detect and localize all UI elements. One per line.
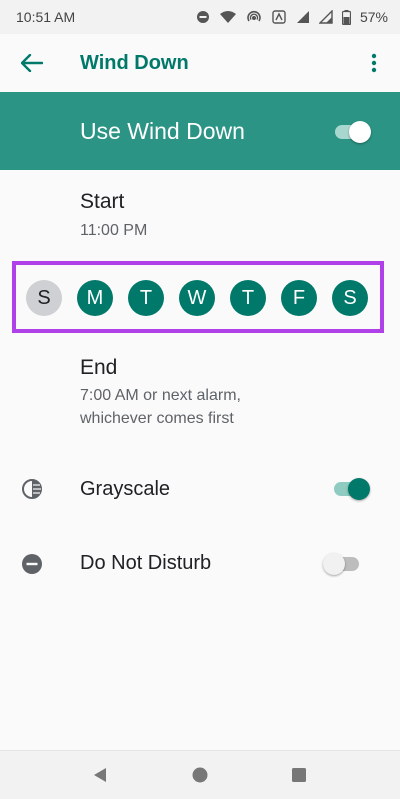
end-description-line2: whichever comes first bbox=[80, 410, 234, 427]
use-wind-down-label: Use Wind Down bbox=[80, 118, 245, 144]
days-selector: SMTWTFS bbox=[12, 261, 384, 333]
signal-icon bbox=[318, 10, 333, 24]
dnd-icon bbox=[196, 11, 209, 23]
arrow-back-icon bbox=[21, 54, 43, 72]
do-not-disturb-label: Do Not Disturb bbox=[80, 552, 212, 574]
start-time: 11:00 PM bbox=[80, 222, 148, 239]
day-toggle-3[interactable]: W bbox=[179, 280, 215, 316]
signal-icon bbox=[296, 11, 309, 23]
page-title: Wind Down bbox=[80, 52, 189, 74]
battery-percent: 57% bbox=[359, 9, 388, 25]
grayscale-switch[interactable] bbox=[332, 477, 370, 500]
day-toggle-2[interactable]: T bbox=[128, 280, 164, 316]
nav-back-icon bbox=[94, 768, 106, 782]
grayscale-label: Grayscale bbox=[80, 478, 171, 500]
end-title: End bbox=[80, 356, 118, 379]
navigation-bar bbox=[0, 750, 400, 799]
nav-recents-icon bbox=[292, 768, 306, 782]
start-title: Start bbox=[80, 190, 125, 213]
day-toggle-1[interactable]: M bbox=[77, 280, 113, 316]
use-wind-down-row[interactable]: Use Wind Down bbox=[0, 92, 400, 170]
day-toggle-4[interactable]: T bbox=[230, 280, 266, 316]
more-options-button[interactable] bbox=[362, 49, 386, 77]
day-toggle-5[interactable]: F bbox=[281, 280, 317, 316]
day-toggle-6[interactable]: S bbox=[332, 280, 368, 316]
nav-home-icon bbox=[192, 767, 208, 783]
wifi-icon bbox=[219, 11, 236, 23]
status-time: 10:51 AM bbox=[16, 9, 76, 25]
app-bar: Wind Down bbox=[0, 34, 400, 92]
nav-home-button[interactable] bbox=[188, 763, 212, 787]
data-icon bbox=[272, 10, 286, 24]
contrast-icon bbox=[20, 477, 44, 501]
end-description-line1: 7:00 AM or next alarm, bbox=[80, 387, 241, 404]
day-toggle-0[interactable]: S bbox=[26, 280, 62, 316]
more-vert-icon bbox=[371, 53, 377, 73]
nav-back-button[interactable] bbox=[88, 763, 112, 787]
status-icons: 57% bbox=[196, 9, 388, 25]
battery-icon bbox=[341, 9, 351, 25]
use-wind-down-switch[interactable] bbox=[333, 120, 371, 143]
do-not-disturb-switch[interactable] bbox=[323, 552, 361, 575]
hotspot-icon bbox=[247, 10, 261, 22]
status-bar: 10:51 AM 57% bbox=[0, 0, 400, 34]
minus-circle-icon bbox=[20, 552, 44, 576]
back-button[interactable] bbox=[18, 49, 46, 77]
nav-recents-button[interactable] bbox=[287, 763, 311, 787]
